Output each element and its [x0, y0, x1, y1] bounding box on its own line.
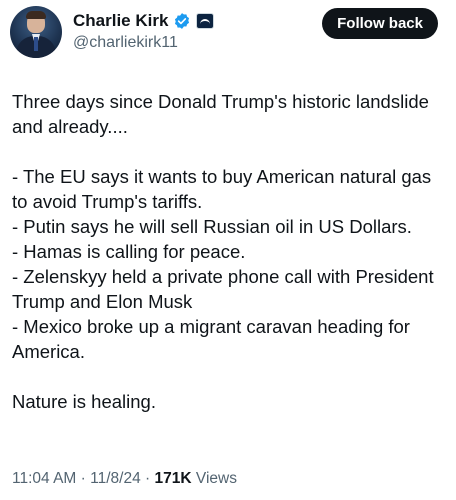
- tweet-line: - Zelenskyy held a private phone call wi…: [12, 266, 434, 312]
- tweet-line: Three days since Donald Trump's historic…: [12, 91, 429, 137]
- avatar-tie: [34, 37, 38, 51]
- views-count[interactable]: 171K: [155, 470, 192, 487]
- tweet-header: Charlie Kirk @charliekirk11 Follow back: [10, 6, 450, 58]
- display-name[interactable]: Charlie Kirk: [73, 11, 168, 31]
- meta-separator: ·: [80, 470, 86, 487]
- tweet-line: - Mexico broke up a migrant caravan head…: [12, 316, 410, 362]
- verified-icon[interactable]: [173, 12, 191, 30]
- tweet-line: Nature is healing.: [12, 391, 156, 412]
- tweet-line: - The EU says it wants to buy American n…: [12, 166, 432, 212]
- avatar-hair: [26, 11, 46, 19]
- tweet-time[interactable]: 11:04 AM: [12, 470, 76, 487]
- meta-separator: ·: [145, 470, 151, 487]
- tweet-text: Three days since Donald Trump's historic…: [12, 89, 446, 414]
- tweet-meta: 11:04 AM · 11/8/24 · 171K Views: [12, 470, 237, 488]
- handle[interactable]: @charliekirk11: [73, 34, 178, 52]
- affiliate-badge-icon[interactable]: [196, 13, 215, 29]
- tweet-line: - Putin says he will sell Russian oil in…: [12, 216, 412, 237]
- views-label: Views: [195, 470, 237, 487]
- name-row: Charlie Kirk: [73, 10, 215, 32]
- tweet-date[interactable]: 11/8/24: [90, 470, 141, 487]
- tweet-line: - Hamas is calling for peace.: [12, 241, 246, 262]
- avatar[interactable]: [10, 6, 62, 58]
- follow-back-button[interactable]: Follow back: [322, 8, 438, 39]
